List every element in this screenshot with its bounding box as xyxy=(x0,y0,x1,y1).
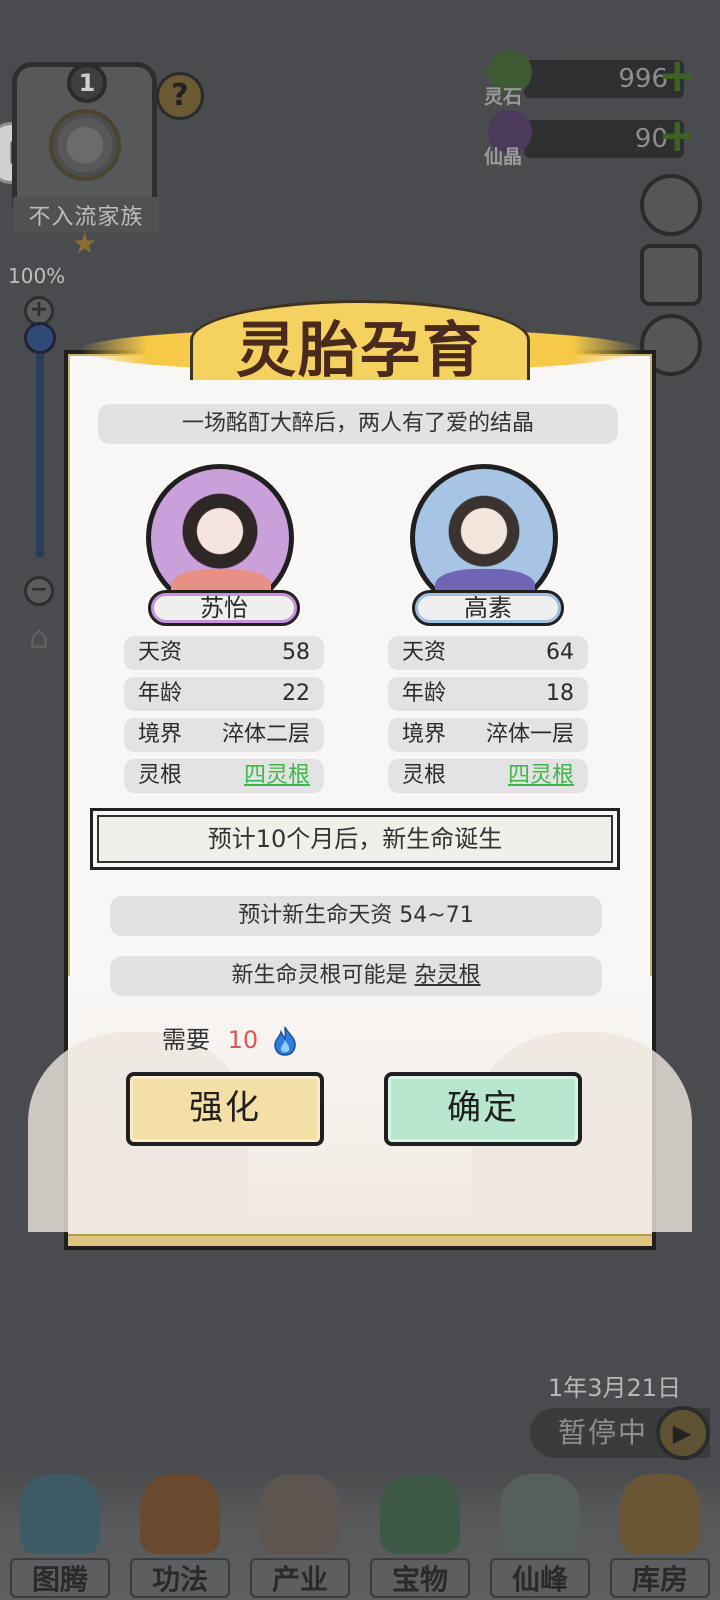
spirit-stone-label: 灵石 xyxy=(484,86,523,108)
zoom-percent: 100% xyxy=(8,264,66,288)
stat-value: 58 xyxy=(282,640,310,665)
enhance-button[interactable]: 强化 xyxy=(126,1072,324,1146)
stat-value: 22 xyxy=(282,681,310,706)
stat-value: 64 xyxy=(546,640,574,665)
pause-toggle[interactable]: 暂停中 ▶ xyxy=(530,1406,710,1460)
dialog-title-banner: 灵胎孕育 xyxy=(40,300,680,392)
cost-value: 10 xyxy=(227,1026,259,1054)
totem-icon xyxy=(20,1474,100,1554)
resource-immortal-crystal: 90 仙晶 + xyxy=(484,110,710,168)
treasure-seal-icon xyxy=(380,1474,460,1554)
yin-yang-icon[interactable] xyxy=(640,174,702,236)
resource-spirit-stone: 996 灵石 + xyxy=(484,50,710,108)
stat-label: 境界 xyxy=(402,722,447,747)
cost-row: 需要 10 xyxy=(162,1020,298,1060)
stat-value: 18 xyxy=(546,681,574,706)
nav-label: 图腾 xyxy=(10,1558,110,1598)
nav-item-treasure[interactable]: 宝物 xyxy=(360,1470,480,1600)
cost-label: 需要 xyxy=(162,1026,210,1054)
stat-row-realm: 境界 淬体一层 xyxy=(388,718,588,752)
mountain-house-icon xyxy=(260,1474,340,1554)
stat-row-spirit-root: 灵根 四灵根 xyxy=(124,759,324,793)
clan-emblem-icon xyxy=(49,109,121,181)
nav-label: 产业 xyxy=(250,1558,350,1598)
stat-row-spirit-root: 灵根 四灵根 xyxy=(388,759,588,793)
stat-label: 天资 xyxy=(138,640,183,665)
location-pin-icon[interactable]: ⌂ xyxy=(18,618,60,658)
clan-badge[interactable]: 1 不入流家族 ★ xyxy=(12,62,159,260)
stat-label: 天资 xyxy=(402,640,447,665)
star-icon: ★ xyxy=(72,227,98,260)
stat-row-aptitude: 天资 58 xyxy=(124,636,324,670)
nav-item-peak[interactable]: 仙峰 xyxy=(480,1470,600,1600)
clan-level: 1 xyxy=(67,63,107,103)
stat-value: 淬体一层 xyxy=(485,722,574,747)
stat-label: 灵根 xyxy=(138,763,183,788)
aptitude-prediction: 预计新生命天资 54~71 xyxy=(110,896,602,936)
game-date: 1年3月21日 xyxy=(548,1374,682,1402)
immortal-crystal-label: 仙晶 xyxy=(484,146,523,168)
dialog-title: 灵胎孕育 xyxy=(236,316,484,386)
stat-value: 淬体二层 xyxy=(221,722,310,747)
nav-label: 仙峰 xyxy=(490,1558,590,1598)
stat-row-realm: 境界 淬体二层 xyxy=(124,718,324,752)
birth-prediction: 预计10个月后，新生命诞生 xyxy=(90,808,620,870)
nav-item-storehouse[interactable]: 库房 xyxy=(600,1470,720,1600)
bag-icon xyxy=(620,1474,700,1554)
spirit-root-link[interactable]: 四灵根 xyxy=(244,759,310,793)
father-name: 高素 xyxy=(412,590,564,626)
nav-item-skills[interactable]: 功法 xyxy=(120,1470,240,1600)
nav-item-totem[interactable]: 图腾 xyxy=(0,1470,120,1600)
pause-label: 暂停中 xyxy=(558,1416,649,1449)
dialog-bottom-border xyxy=(68,1234,652,1246)
blue-flame-icon xyxy=(274,1026,296,1056)
add-immortal-crystal-button[interactable]: + xyxy=(658,112,697,158)
mixed-root-link[interactable]: 杂灵根 xyxy=(414,963,480,988)
nav-label: 库房 xyxy=(610,1558,710,1598)
stat-label: 境界 xyxy=(138,722,183,747)
play-icon[interactable]: ▶ xyxy=(656,1406,710,1460)
nav-label: 功法 xyxy=(130,1558,230,1598)
stat-label: 灵根 xyxy=(402,763,447,788)
stat-row-age: 年龄 18 xyxy=(388,677,588,711)
stat-row-aptitude: 天资 64 xyxy=(388,636,588,670)
peak-icon xyxy=(500,1474,580,1554)
help-button[interactable]: ? xyxy=(156,72,204,120)
zoom-out-button[interactable]: − xyxy=(24,576,54,606)
mother-name: 苏怡 xyxy=(148,590,300,626)
stat-label: 年龄 xyxy=(402,681,447,706)
bottom-nav: 图腾 功法 产业 宝物 仙峰 库房 xyxy=(0,1470,720,1600)
spirit-root-link[interactable]: 四灵根 xyxy=(508,759,574,793)
story-text: 一场酩酊大醉后，两人有了爱的结晶 xyxy=(98,404,618,444)
scroll-icon[interactable] xyxy=(640,244,702,306)
nav-label: 宝物 xyxy=(370,1558,470,1598)
spirit-root-prediction: 新生命灵根可能是 杂灵根 xyxy=(110,956,602,996)
confirm-button[interactable]: 确定 xyxy=(384,1072,582,1146)
add-spirit-stone-button[interactable]: + xyxy=(658,52,697,98)
root-prediction-prefix: 新生命灵根可能是 xyxy=(231,963,415,988)
spirit-pregnancy-dialog: 一场酩酊大醉后，两人有了爱的结晶 苏怡 天资 58 年龄 22 境界 淬体二层 … xyxy=(28,350,692,1250)
stat-row-age: 年龄 22 xyxy=(124,677,324,711)
flame-scroll-icon xyxy=(140,1474,220,1554)
stat-label: 年龄 xyxy=(138,681,183,706)
nav-item-industry[interactable]: 产业 xyxy=(240,1470,360,1600)
